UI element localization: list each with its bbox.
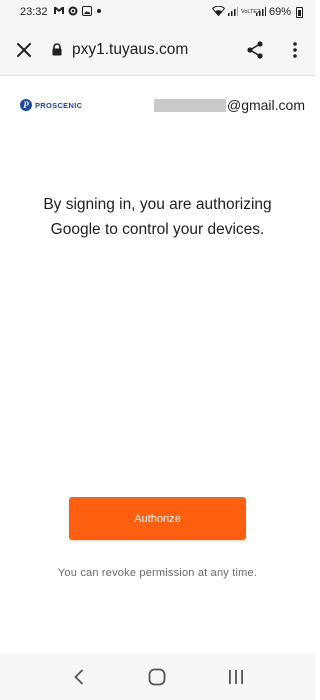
system-nav-bar	[0, 653, 315, 700]
status-left: 23:32	[20, 5, 102, 19]
status-time: 23:32	[20, 6, 48, 18]
account-email: @gmail.com	[153, 97, 305, 113]
authorization-message: By signing in, you are authorizing Googl…	[43, 196, 272, 238]
battery-icon	[296, 6, 303, 18]
revoke-note: You can revoke permission at any time.	[57, 567, 258, 579]
volte-icon: VoLTE2	[240, 8, 261, 15]
close-icon[interactable]	[0, 26, 48, 74]
redacted-username	[153, 98, 226, 112]
header-row: P PROSCENIC @gmail.com	[20, 95, 305, 115]
status-bar: 23:32 VoLTE2 69%	[0, 0, 315, 24]
image-icon	[81, 5, 92, 19]
more-vert-icon[interactable]	[275, 26, 315, 74]
status-right: VoLTE2 69%	[211, 5, 303, 19]
brand-name: PROSCENIC	[35, 100, 83, 110]
share-icon[interactable]	[235, 26, 275, 74]
battery-percent: 69%	[268, 6, 291, 18]
settings-icon	[68, 6, 78, 19]
url-text[interactable]: pxy1.tuyaus.com	[72, 41, 235, 59]
page-content: P PROSCENIC @gmail.com By signing in, yo…	[0, 77, 315, 653]
signal-icon	[255, 6, 266, 19]
brand-logo-icon: P	[20, 99, 32, 111]
lock-icon	[52, 42, 66, 58]
recents-icon[interactable]	[216, 657, 256, 697]
brand-logo: P PROSCENIC	[20, 99, 82, 111]
home-icon[interactable]	[137, 657, 177, 697]
gmail-icon	[53, 6, 64, 18]
back-icon[interactable]	[59, 657, 99, 697]
dot-icon	[96, 7, 102, 17]
account-email-suffix: @gmail.com	[226, 97, 305, 113]
browser-toolbar: pxy1.tuyaus.com	[0, 24, 315, 76]
signal-icon	[227, 6, 238, 19]
authorize-button[interactable]: Authorize	[69, 497, 246, 540]
wifi-icon	[211, 5, 226, 19]
